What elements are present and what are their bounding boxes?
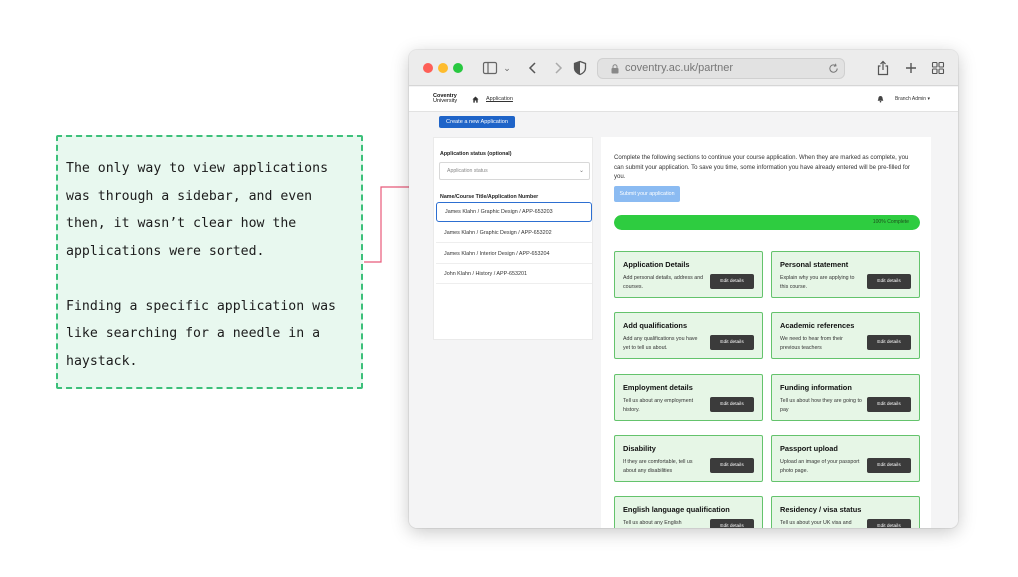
note-paragraph-2: Finding a specific application was like … (66, 298, 336, 369)
sidebar-toggle-icon[interactable] (482, 60, 498, 76)
progress-label: 100% Complete (872, 219, 909, 225)
bell-icon[interactable] (877, 95, 884, 103)
section-card-disability: Disability If they are comfortable, tell… (614, 435, 763, 482)
section-card-employment-details: Employment details Tell us about any emp… (614, 374, 763, 421)
reload-icon[interactable] (828, 63, 839, 74)
forward-icon[interactable] (552, 60, 564, 76)
shield-icon[interactable] (573, 60, 587, 76)
edit-details-button[interactable]: Edit details (867, 335, 911, 350)
application-list-label: Name/Course Title/Application Number (440, 194, 539, 200)
top-navigation: Coventry University Application Branch A… (409, 87, 958, 112)
edit-details-button[interactable]: Edit details (867, 274, 911, 289)
share-icon[interactable] (876, 60, 890, 76)
browser-window: ⌄ coventry.ac.uk/partner Coventry Univer… (409, 50, 958, 528)
card-description: Tell us about any English (623, 520, 682, 526)
card-description: Tell us about how they are going to pay (780, 398, 862, 413)
edit-details-button[interactable]: Edit details (867, 397, 911, 412)
status-filter-label: Application status (optional) (440, 151, 512, 157)
submit-application-button[interactable]: Submit your application (614, 186, 680, 202)
section-card-english-language-qualification: English language qualification Tell us a… (614, 496, 763, 528)
edit-details-button[interactable]: Edit details (710, 274, 754, 289)
application-main-panel: Complete the following sections to conti… (601, 137, 931, 528)
intro-text: Complete the following sections to conti… (614, 154, 910, 181)
completion-progress-bar: 100% Complete (614, 215, 920, 230)
minimize-window-button[interactable] (438, 63, 448, 73)
back-icon[interactable] (527, 60, 539, 76)
create-application-button[interactable]: Create a new Application (439, 116, 515, 128)
edit-details-button[interactable]: Edit details (867, 519, 911, 528)
card-description: Explain why you are applying to this cou… (780, 275, 855, 290)
tab-overview-icon[interactable] (931, 60, 945, 76)
edit-details-button[interactable]: Edit details (710, 519, 754, 528)
section-card-residency-visa-status: Residency / visa status Tell us about yo… (771, 496, 920, 528)
browser-toolbar: ⌄ coventry.ac.uk/partner (409, 50, 958, 86)
maximize-window-button[interactable] (453, 63, 463, 73)
card-title: English language qualification (623, 505, 730, 514)
card-description: Add any qualifications you have yet to t… (623, 336, 698, 351)
edit-details-button[interactable]: Edit details (710, 397, 754, 412)
edit-details-button[interactable]: Edit details (710, 458, 754, 473)
section-card-funding-information: Funding information Tell us about how th… (771, 374, 920, 421)
university-logo[interactable]: Coventry University (433, 93, 458, 104)
section-card-personal-statement: Personal statement Explain why you are a… (771, 251, 920, 298)
section-card-passport-upload: Passport upload Upload an image of your … (771, 435, 920, 482)
card-title: Application Details (623, 260, 690, 269)
card-description: We need to hear from their previous teac… (780, 336, 843, 351)
card-description: Upload an image of your passport photo p… (780, 459, 860, 474)
caret-down-icon: ▾ (927, 96, 930, 102)
section-card-application-details: Application Details Add personal details… (614, 251, 763, 298)
card-description: Add personal details, address and course… (623, 275, 704, 290)
application-list-item[interactable]: James Klahn / Graphic Design / APP-65320… (436, 223, 592, 243)
application-list-item[interactable]: James Klahn / Interior Design / APP-6532… (436, 244, 592, 264)
annotation-note: The only way to view applications was th… (56, 135, 363, 389)
chevron-down-icon: ⌄ (578, 168, 584, 174)
web-page: Coventry University Application Branch A… (409, 87, 958, 528)
application-list-item[interactable]: James Klahn / Graphic Design / APP-65320… (436, 202, 592, 222)
section-card-add-qualifications: Add qualifications Add any qualification… (614, 312, 763, 359)
lock-icon (611, 64, 619, 74)
note-paragraph-1: The only way to view applications was th… (66, 161, 329, 259)
card-description: If they are comfortable, tell us about a… (623, 459, 693, 474)
logo-line-2: University (433, 98, 458, 104)
edit-details-button[interactable]: Edit details (867, 458, 911, 473)
card-title: Personal statement (780, 260, 849, 269)
chevron-down-icon[interactable]: ⌄ (502, 60, 512, 76)
address-bar[interactable]: coventry.ac.uk/partner (597, 58, 845, 79)
card-title: Passport upload (780, 444, 838, 453)
status-filter-select[interactable]: Application status ⌄ (439, 162, 590, 180)
card-title: Add qualifications (623, 321, 688, 330)
close-window-button[interactable] (423, 63, 433, 73)
status-filter-placeholder: Application status (447, 168, 488, 174)
card-description: Tell us about any employment history. (623, 398, 694, 413)
section-card-academic-references: Academic references We need to hear from… (771, 312, 920, 359)
card-title: Academic references (780, 321, 855, 330)
user-menu[interactable]: Branch Admin ▾ (895, 96, 930, 102)
card-title: Residency / visa status (780, 505, 862, 514)
address-url: coventry.ac.uk/partner (625, 62, 734, 74)
user-name: Branch Admin (894, 96, 927, 102)
card-title: Disability (623, 444, 656, 453)
breadcrumb-application[interactable]: Application (486, 96, 513, 102)
application-list-item[interactable]: John Klahn / History / APP-653201 (436, 264, 592, 284)
edit-details-button[interactable]: Edit details (710, 335, 754, 350)
card-title: Employment details (623, 383, 693, 392)
home-icon[interactable] (472, 96, 479, 103)
new-tab-icon[interactable] (904, 60, 918, 76)
card-description: Tell us about your UK visa and (780, 520, 852, 526)
card-title: Funding information (780, 383, 852, 392)
applications-sidebar: Application status (optional) Applicatio… (433, 137, 593, 340)
